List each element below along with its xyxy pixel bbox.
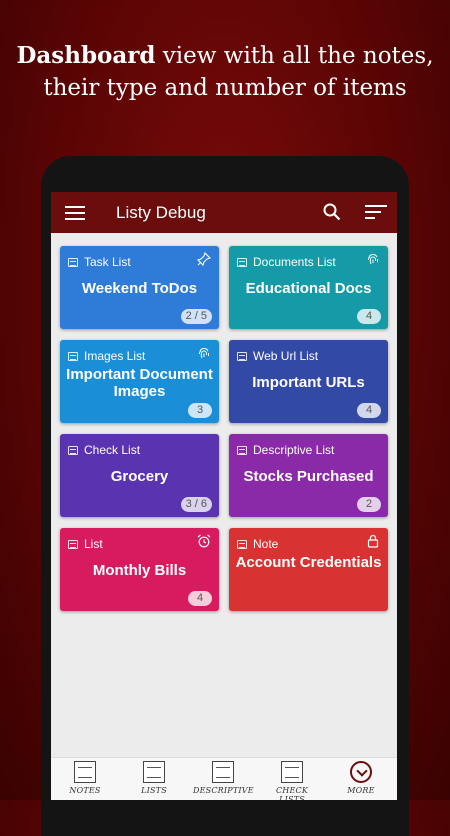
note-card-educational-docs[interactable]: Documents List Educational Docs 4 xyxy=(229,246,388,329)
nav-label: LISTS xyxy=(141,786,167,795)
item-count-badge: 2 xyxy=(357,497,381,512)
app-bar: Listy Debug xyxy=(51,192,397,233)
nav-more[interactable]: MORE xyxy=(331,761,391,795)
card-type: Descriptive List xyxy=(237,443,334,457)
item-count-badge: 4 xyxy=(357,403,381,418)
descriptive-icon xyxy=(212,761,234,783)
card-type: Web Url List xyxy=(237,349,318,363)
fingerprint-icon xyxy=(199,348,209,359)
headline-bold: Dashboard xyxy=(16,42,156,69)
nav-label: MORE xyxy=(347,786,375,795)
url-type-icon xyxy=(237,351,247,361)
list-type-icon xyxy=(68,539,78,549)
item-count-badge: 3 / 6 xyxy=(180,497,212,512)
card-title: Important Document Images xyxy=(66,366,213,400)
note-card-grocery[interactable]: Check List Grocery 3 / 6 xyxy=(60,434,219,517)
notes-icon xyxy=(74,761,96,783)
card-type: Images List xyxy=(68,349,145,363)
headline-line2: their type and number of items xyxy=(43,75,407,101)
nav-label: NOTES xyxy=(69,786,101,795)
note-card-important-urls[interactable]: Web Url List Important URLs 4 xyxy=(229,340,388,423)
card-type: Note xyxy=(237,537,278,551)
checklist-icon xyxy=(281,761,303,783)
alarm-icon xyxy=(197,534,211,548)
more-icon xyxy=(350,761,372,783)
descriptive-type-icon xyxy=(237,445,247,455)
app-title: Listy Debug xyxy=(116,203,206,222)
item-count-badge: 4 xyxy=(357,309,381,324)
lock-icon xyxy=(367,534,379,548)
nav-label: DESCRIPTIVE xyxy=(193,786,254,795)
card-title: Educational Docs xyxy=(245,280,372,297)
item-count-badge: 2 / 5 xyxy=(180,309,212,324)
card-type: Check List xyxy=(68,443,140,457)
checklist-type-icon xyxy=(68,445,78,455)
note-card-stocks-purchased[interactable]: Descriptive List Stocks Purchased 2 xyxy=(229,434,388,517)
image-type-icon xyxy=(68,351,78,361)
card-type: List xyxy=(68,537,103,551)
item-count-badge: 3 xyxy=(188,403,212,418)
promo-headline: Dashboard view with all the notes, their… xyxy=(0,40,450,104)
note-card-important-document-images[interactable]: Images List Important Document Images 3 xyxy=(60,340,219,423)
note-card-weekend-todos[interactable]: Task List Weekend ToDos 2 / 5 xyxy=(60,246,219,329)
pin-icon xyxy=(197,252,211,266)
card-title: Monthly Bills xyxy=(92,562,187,579)
nav-check-lists[interactable]: CHECK LISTS xyxy=(262,761,322,800)
nav-label: CHECK LISTS xyxy=(275,786,309,800)
nav-descriptive[interactable]: DESCRIPTIVE xyxy=(193,761,254,795)
headline-line1: view with all the notes, xyxy=(155,43,434,69)
card-title: Grocery xyxy=(110,468,169,485)
lists-icon xyxy=(143,761,165,783)
sort-icon[interactable] xyxy=(365,205,387,221)
app-screen: Listy Debug Task List Weekend ToDos 2 / … xyxy=(51,192,397,800)
card-type: Task List xyxy=(68,255,131,269)
card-title: Stocks Purchased xyxy=(243,468,374,485)
card-type: Documents List xyxy=(237,255,336,269)
list-type-icon xyxy=(237,257,247,267)
item-count-badge: 4 xyxy=(188,591,212,606)
nav-lists[interactable]: LISTS xyxy=(124,761,184,795)
menu-icon[interactable] xyxy=(65,206,85,220)
note-type-icon xyxy=(237,539,247,549)
fingerprint-icon xyxy=(368,254,378,265)
card-title: Account Credentials xyxy=(235,554,382,571)
search-icon[interactable] xyxy=(323,203,341,221)
card-title: Important URLs xyxy=(252,374,365,391)
nav-notes[interactable]: NOTES xyxy=(55,761,115,795)
note-card-monthly-bills[interactable]: List Monthly Bills 4 xyxy=(60,528,219,611)
card-title: Weekend ToDos xyxy=(81,280,198,297)
bottom-nav: NOTES LISTS DESCRIPTIVE CHECK LISTS MORE xyxy=(51,757,397,800)
note-card-account-credentials[interactable]: Note Account Credentials xyxy=(229,528,388,611)
list-type-icon xyxy=(68,257,78,267)
